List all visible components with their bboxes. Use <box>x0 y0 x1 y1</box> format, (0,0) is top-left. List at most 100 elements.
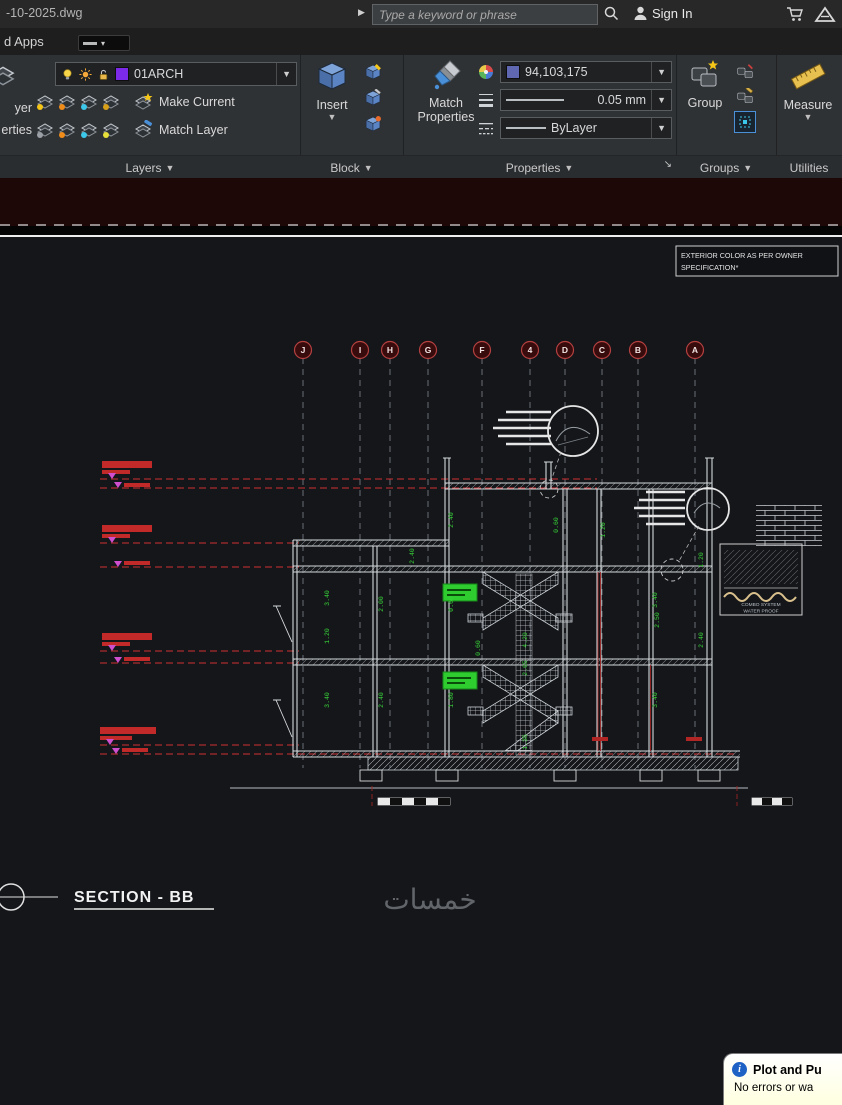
lineweight-sample <box>506 99 564 101</box>
svg-text:3.40: 3.40 <box>324 590 331 606</box>
layer-on-bulb-icon[interactable] <box>61 68 74 81</box>
nav-forward-icon[interactable]: ▶ <box>358 7 365 18</box>
svg-text:2.40: 2.40 <box>698 632 705 648</box>
ribbon-panel-groups: Group Groups▼ <box>676 55 777 178</box>
svg-text:4: 4 <box>528 345 533 355</box>
ribbon-panel-block: Insert ▼ Block▼ <box>300 55 404 178</box>
block-panel-label[interactable]: Block▼ <box>300 155 403 178</box>
color-combo-dropdown-icon[interactable]: ▼ <box>651 62 666 82</box>
insert-block-button[interactable]: Insert ▼ <box>308 59 356 122</box>
membrane-squiggle <box>724 593 796 601</box>
layer-properties-label-cut[interactable]: yer <box>0 101 32 115</box>
section-title: SECTION - BB <box>74 889 194 906</box>
svg-text:0.60: 0.60 <box>475 640 482 656</box>
brick-hatch <box>756 505 822 546</box>
utilities-panel-label[interactable]: Utilities <box>776 155 842 178</box>
block-tools-column <box>362 61 384 135</box>
chevron-down-icon: ▼ <box>328 112 337 122</box>
layer-walk-icon[interactable] <box>34 119 56 141</box>
block-attributes-icon[interactable] <box>362 113 384 135</box>
section-drawing: J I H G F 4 D C B A <box>0 178 842 927</box>
chevron-down-icon: ▼ <box>804 112 813 122</box>
lineweight-combo[interactable]: 0.05 mm ▼ <box>500 89 672 111</box>
svg-text:F: F <box>479 345 484 355</box>
svg-text:EXTERIOR COLOR AS PER OWNER: EXTERIOR COLOR AS PER OWNER <box>681 251 803 260</box>
layer-select-combo[interactable]: 01ARCH ▼ <box>55 62 297 86</box>
linetype-combo[interactable]: ByLayer ▼ <box>500 117 672 139</box>
layer-unlock-all-icon[interactable] <box>100 119 122 141</box>
quick-toolbar-widget[interactable]: ▾ <box>78 35 130 51</box>
help-search-box[interactable] <box>372 4 598 25</box>
group-icon <box>689 59 721 91</box>
layer-properties-label-cut2[interactable]: erties <box>0 123 32 137</box>
measure-ruler-icon <box>790 59 826 93</box>
layer-thaw-all-icon[interactable] <box>56 119 78 141</box>
svg-text:2.00: 2.00 <box>378 596 385 612</box>
layer-tools-row1: Make Current <box>34 90 235 114</box>
popup-body: No errors or wa <box>734 1082 842 1094</box>
info-icon: i <box>732 1062 747 1077</box>
measure-button[interactable]: Measure ▼ <box>782 59 834 122</box>
svg-text:1.20: 1.20 <box>600 522 607 538</box>
group-selection-toggle-icon[interactable] <box>734 111 756 133</box>
object-color-combo[interactable]: 94,103,175 ▼ <box>500 61 672 83</box>
lineweight-value: 0.05 mm <box>569 93 646 107</box>
svg-text:2.40: 2.40 <box>448 512 455 528</box>
drawing-canvas[interactable]: J I H G F 4 D C B A <box>0 178 842 927</box>
svg-text:3.40: 3.40 <box>324 692 331 708</box>
ribbon-panel-utilities: Measure ▼ Utilities <box>776 55 842 178</box>
layer-properties-icon[interactable] <box>0 63 16 89</box>
insert-block-icon <box>315 59 349 93</box>
layer-tools-row2: Match Layer <box>34 118 228 142</box>
svg-text:1.20: 1.20 <box>698 552 705 568</box>
chevron-down-icon: ▾ <box>101 39 105 48</box>
create-block-icon[interactable] <box>362 61 384 83</box>
search-icon[interactable] <box>603 5 620 22</box>
red-dim-marks <box>592 737 702 741</box>
section-title-block: SECTION - BB <box>0 884 214 910</box>
layer-color-swatch[interactable] <box>115 67 129 81</box>
search-input[interactable] <box>373 8 597 22</box>
user-icon[interactable] <box>632 5 649 22</box>
group-edit-icon[interactable] <box>734 86 756 108</box>
svg-text:1.35: 1.35 <box>522 734 529 750</box>
properties-panel-label[interactable]: Properties▼ <box>403 155 676 178</box>
svg-text:G: G <box>425 345 432 355</box>
layer-off-icon[interactable] <box>78 91 100 113</box>
layer-unlock-icon[interactable] <box>97 68 110 81</box>
color-wheel-icon <box>477 63 495 81</box>
layer-isolate-icon[interactable] <box>34 91 56 113</box>
linetype-value: ByLayer <box>551 121 646 135</box>
linetype-dropdown-icon[interactable]: ▼ <box>651 118 666 138</box>
svg-text:1.80: 1.80 <box>448 692 455 708</box>
svg-text:3.40: 3.40 <box>652 592 659 608</box>
grid-bubbles: J I H G F 4 D C B A <box>295 342 704 359</box>
notification-popup[interactable]: i Plot and Pu No errors or wa <box>723 1053 842 1105</box>
svg-text:0.60: 0.60 <box>553 517 560 533</box>
layer-lock-icon[interactable] <box>100 91 122 113</box>
layers-panel-label[interactable]: Layers▼ <box>0 155 300 178</box>
ungroup-icon[interactable] <box>734 61 756 83</box>
layer-combo-dropdown-icon[interactable]: ▼ <box>276 63 291 85</box>
svg-text:1.20: 1.20 <box>324 628 331 644</box>
match-properties-button[interactable]: Match Properties <box>417 59 475 124</box>
groups-panel-label[interactable]: Groups▼ <box>676 155 776 178</box>
layer-freeze2-icon[interactable] <box>78 119 100 141</box>
layer-thaw-sun-icon[interactable] <box>79 68 92 81</box>
sign-in-link[interactable]: Sign In <box>652 6 692 21</box>
dimension-labels: 3.40 3.40 1.20 2.00 2.40 2.40 2.40 0.60 … <box>324 512 705 750</box>
level-marker-triangles <box>106 473 122 754</box>
cart-icon[interactable] <box>786 5 805 23</box>
make-current-button[interactable]: Make Current <box>134 92 235 112</box>
properties-dialog-launcher-icon[interactable]: ↘ <box>664 159 672 170</box>
match-layer-button[interactable]: Match Layer <box>134 120 228 140</box>
lineweight-dropdown-icon[interactable]: ▼ <box>651 90 666 110</box>
autodesk-logo-icon[interactable] <box>814 5 836 24</box>
app-tab-label[interactable]: d Apps <box>4 34 44 49</box>
layer-freeze-icon[interactable] <box>56 91 78 113</box>
match-layer-icon <box>134 120 154 140</box>
chevron-down-icon: ▼ <box>743 163 752 173</box>
block-editor-icon[interactable] <box>362 87 384 109</box>
group-button[interactable]: Group <box>682 59 728 110</box>
watermark-text: خمسات <box>383 883 476 916</box>
